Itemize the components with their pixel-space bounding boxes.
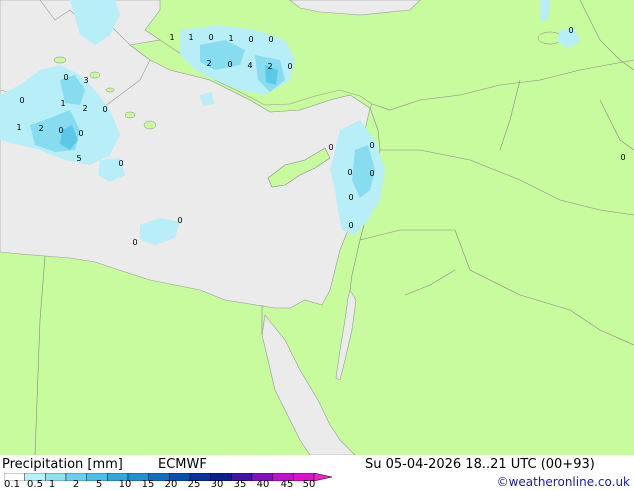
legend-tick-label: 2 [72, 479, 80, 490]
precip-value-label: 3 [83, 76, 88, 85]
legend-tick-label: 35 [233, 479, 247, 490]
colorbar-arrow [313, 473, 333, 481]
precip-value-label: 0 [348, 193, 353, 202]
legend-tick-label: 0.5 [27, 479, 43, 490]
weather-map-page: 110100204200312001200500000000000 Precip… [0, 0, 634, 490]
precip-value-label: 1 [188, 33, 193, 42]
precip-value-label: 2 [267, 62, 272, 71]
precipitation-map: 1 1 0 1 0 0 2 0 4 2 0 0 3 1 2 0 0 1 2 0 0 5 0 0 0 0 0 0 0 0 0 0 0 [0, 0, 634, 455]
precip-value-label: 0 [268, 35, 273, 44]
precip-value-label: 2 [206, 59, 211, 68]
legend-tick-label: 1 [48, 479, 56, 490]
legend-tick-label: 20 [164, 479, 178, 490]
precip-value-label: 2 [38, 124, 43, 133]
legend-title: Precipitation [mm] [2, 457, 123, 472]
precip-value-label: 0 [63, 73, 68, 82]
precip-value-label: 0 [369, 141, 374, 150]
precip-value-label: 5 [76, 154, 81, 163]
precip-value-label: 0 [208, 33, 213, 42]
precip-value-label: 0 [369, 169, 374, 178]
precip-value-label: 0 [227, 60, 232, 69]
precip-value-label: 1 [228, 34, 233, 43]
model-name: ECMWF [158, 457, 207, 472]
precip-value-label: 0 [620, 153, 625, 162]
footer-legend: Precipitation [mm] ECMWF Su 05-04-2026 1… [0, 455, 634, 490]
precip-value-label: 0 [102, 105, 107, 114]
precip-value-label: 2 [82, 104, 87, 113]
legend-tick-label: 0.1 [4, 479, 20, 490]
precip-value-label: 0 [248, 35, 253, 44]
legend-tick-label: 15 [141, 479, 155, 490]
precip-value-label: 0 [58, 126, 63, 135]
precip-value-label: 0 [132, 238, 137, 247]
precip-value-label: 0 [19, 96, 24, 105]
precip-value-label: 1 [16, 123, 21, 132]
precip-value-label: 0 [348, 221, 353, 230]
legend-tick-label: 45 [280, 479, 294, 490]
legend-tick-label: 10 [118, 479, 132, 490]
precip-value-label: 0 [118, 159, 123, 168]
legend-tick-label: 5 [95, 479, 103, 490]
legend-tick-label: 50 [302, 479, 316, 490]
precip-value-label: 1 [60, 99, 65, 108]
legend-tick-label: 40 [256, 479, 270, 490]
legend-tick-label: 25 [187, 479, 201, 490]
precip-value-label: 0 [328, 143, 333, 152]
precip-value-label: 0 [78, 129, 83, 138]
precip-value-label: 0 [568, 26, 573, 35]
precip-value-label: 0 [347, 168, 352, 177]
credit-link[interactable]: ©weatheronline.co.uk [497, 475, 630, 489]
precip-value-label: 0 [287, 62, 292, 71]
precip-value-label: 1 [169, 33, 174, 42]
forecast-datetime: Su 05-04-2026 18..21 UTC (00+93) [365, 457, 595, 472]
precip-value-label: 0 [177, 216, 182, 225]
legend-tick-label: 30 [210, 479, 224, 490]
precip-value-label: 4 [247, 61, 252, 70]
